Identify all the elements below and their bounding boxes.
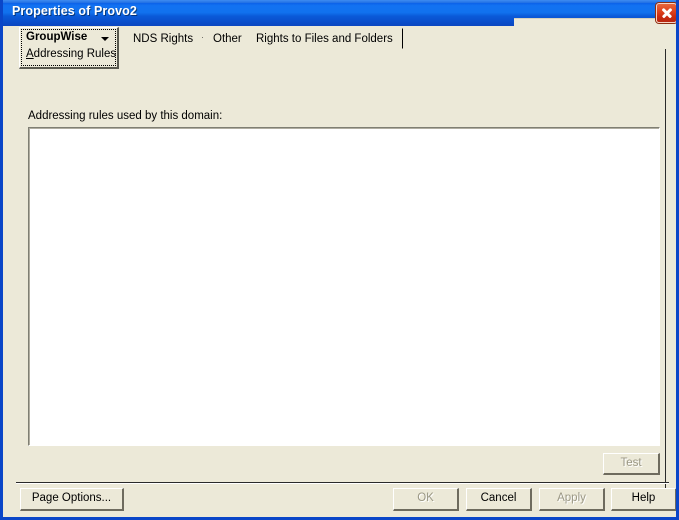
apply-button[interactable]: Apply (539, 488, 605, 511)
tab-rights-to-files-and-folders[interactable]: Rights to Files and Folders (246, 28, 403, 49)
title-bar[interactable]: Properties of Provo2 (3, 0, 676, 26)
dialog-client-area: GroupWise Addressing Rules NDS Rights Ot… (6, 26, 676, 517)
title-bar-notch (514, 18, 676, 26)
properties-dialog-window: Properties of Provo2 GroupWise Addressin… (0, 0, 679, 520)
window-title: Properties of Provo2 (12, 4, 137, 18)
cancel-button[interactable]: Cancel (466, 488, 532, 511)
footer-separator-highlight (16, 483, 669, 484)
ok-button[interactable]: OK (393, 488, 459, 511)
close-icon[interactable] (656, 3, 676, 23)
page-options-button[interactable]: Page Options... (20, 488, 124, 511)
tab-groupwise[interactable]: GroupWise Addressing Rules (19, 27, 119, 69)
help-button[interactable]: Help (611, 488, 676, 511)
test-button[interactable]: Test (603, 453, 660, 475)
addressing-rules-list[interactable] (28, 127, 660, 446)
tab-other[interactable]: Other (203, 28, 252, 49)
tab-rights-to-files-and-folders-label: Rights to Files and Folders (256, 32, 393, 45)
list-label-text: Addressing rules used by this domain: (28, 110, 223, 122)
close-glyph (657, 4, 676, 22)
tab-nds-rights-label: NDS Rights (133, 32, 194, 45)
tab-groupwise-sublabel: Addressing Rules (26, 48, 117, 60)
tab-other-label: Other (213, 32, 242, 45)
title-bar-highlight (3, 0, 676, 3)
addressing-rules-page: Addressing rules used by this domain: Te… (6, 70, 665, 481)
chevron-down-icon[interactable] (101, 37, 109, 41)
panel-right-divider (665, 49, 666, 507)
addressing-rules-list-label: Addressing rules used by this domain: (28, 110, 222, 122)
tab-groupwise-label: GroupWise (26, 31, 88, 43)
tab-strip: GroupWise Addressing Rules NDS Rights Ot… (6, 26, 676, 71)
tab-groupwise-sublabel-rest: ddressing Rules (33, 48, 117, 60)
title-bar-notch-edge (514, 18, 676, 19)
